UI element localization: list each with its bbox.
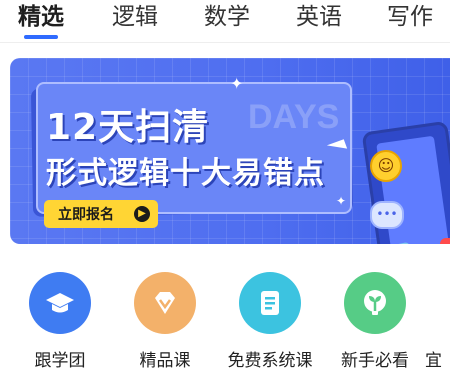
entry-more[interactable]: 宜 — [425, 260, 450, 371]
entry-free-course[interactable]: 免费系统课 — [215, 260, 325, 371]
tab-featured[interactable]: 精选 — [18, 0, 64, 31]
entry-beginner-guide[interactable]: 新手必看 — [320, 260, 430, 371]
entry-label: 新手必看 — [341, 351, 409, 371]
banner-title-line2: 形式逻辑十大易错点 — [46, 156, 325, 191]
entry-label: 精品课 — [139, 351, 191, 371]
arrow-right-icon: ▶ — [134, 206, 150, 222]
category-tabs: 精选 逻辑 数学 英语 写作 — [0, 0, 450, 42]
sprout-icon — [344, 272, 406, 334]
signup-button-label: 立即报名 — [58, 207, 114, 223]
sparkle-icon: ✦ — [336, 194, 347, 208]
signup-button[interactable]: 立即报名 ▶ — [44, 200, 158, 228]
banner-title-line1: 12天扫清 — [46, 107, 210, 148]
diamond-icon — [134, 272, 196, 334]
document-icon — [239, 272, 301, 334]
chat-bubble-icon: ••• — [370, 201, 404, 229]
sparkle-icon: ✦ — [230, 74, 244, 93]
entry-label: 跟学团 — [34, 351, 86, 371]
entry-label: 宜 — [425, 351, 442, 371]
graduation-cap-icon — [29, 272, 91, 334]
entry-premium-course[interactable]: 精品课 — [110, 260, 220, 371]
smiley-emoji-icon: ☺ — [370, 150, 402, 182]
tab-logic[interactable]: 逻辑 — [112, 0, 158, 31]
entry-study-group[interactable]: 跟学团 — [5, 260, 115, 371]
quick-entries: 跟学团 精品课 免费系统课 新手必看 宜 — [0, 260, 450, 371]
banner-side-tag: 立 — [440, 238, 450, 244]
tabs-divider — [0, 42, 450, 43]
tab-writing[interactable]: 写作 — [387, 0, 433, 31]
entry-label: 免费系统课 — [227, 351, 313, 371]
promo-banner[interactable]: DAYS 12天扫清 形式逻辑十大易错点 立即报名 ▶ ✦ ✦ ☺ ••• 立 — [10, 58, 450, 244]
tab-english[interactable]: 英语 — [296, 0, 342, 31]
banner-days-watermark: DAYS — [248, 98, 340, 136]
tab-math[interactable]: 数学 — [204, 0, 250, 31]
active-tab-indicator — [24, 35, 58, 39]
